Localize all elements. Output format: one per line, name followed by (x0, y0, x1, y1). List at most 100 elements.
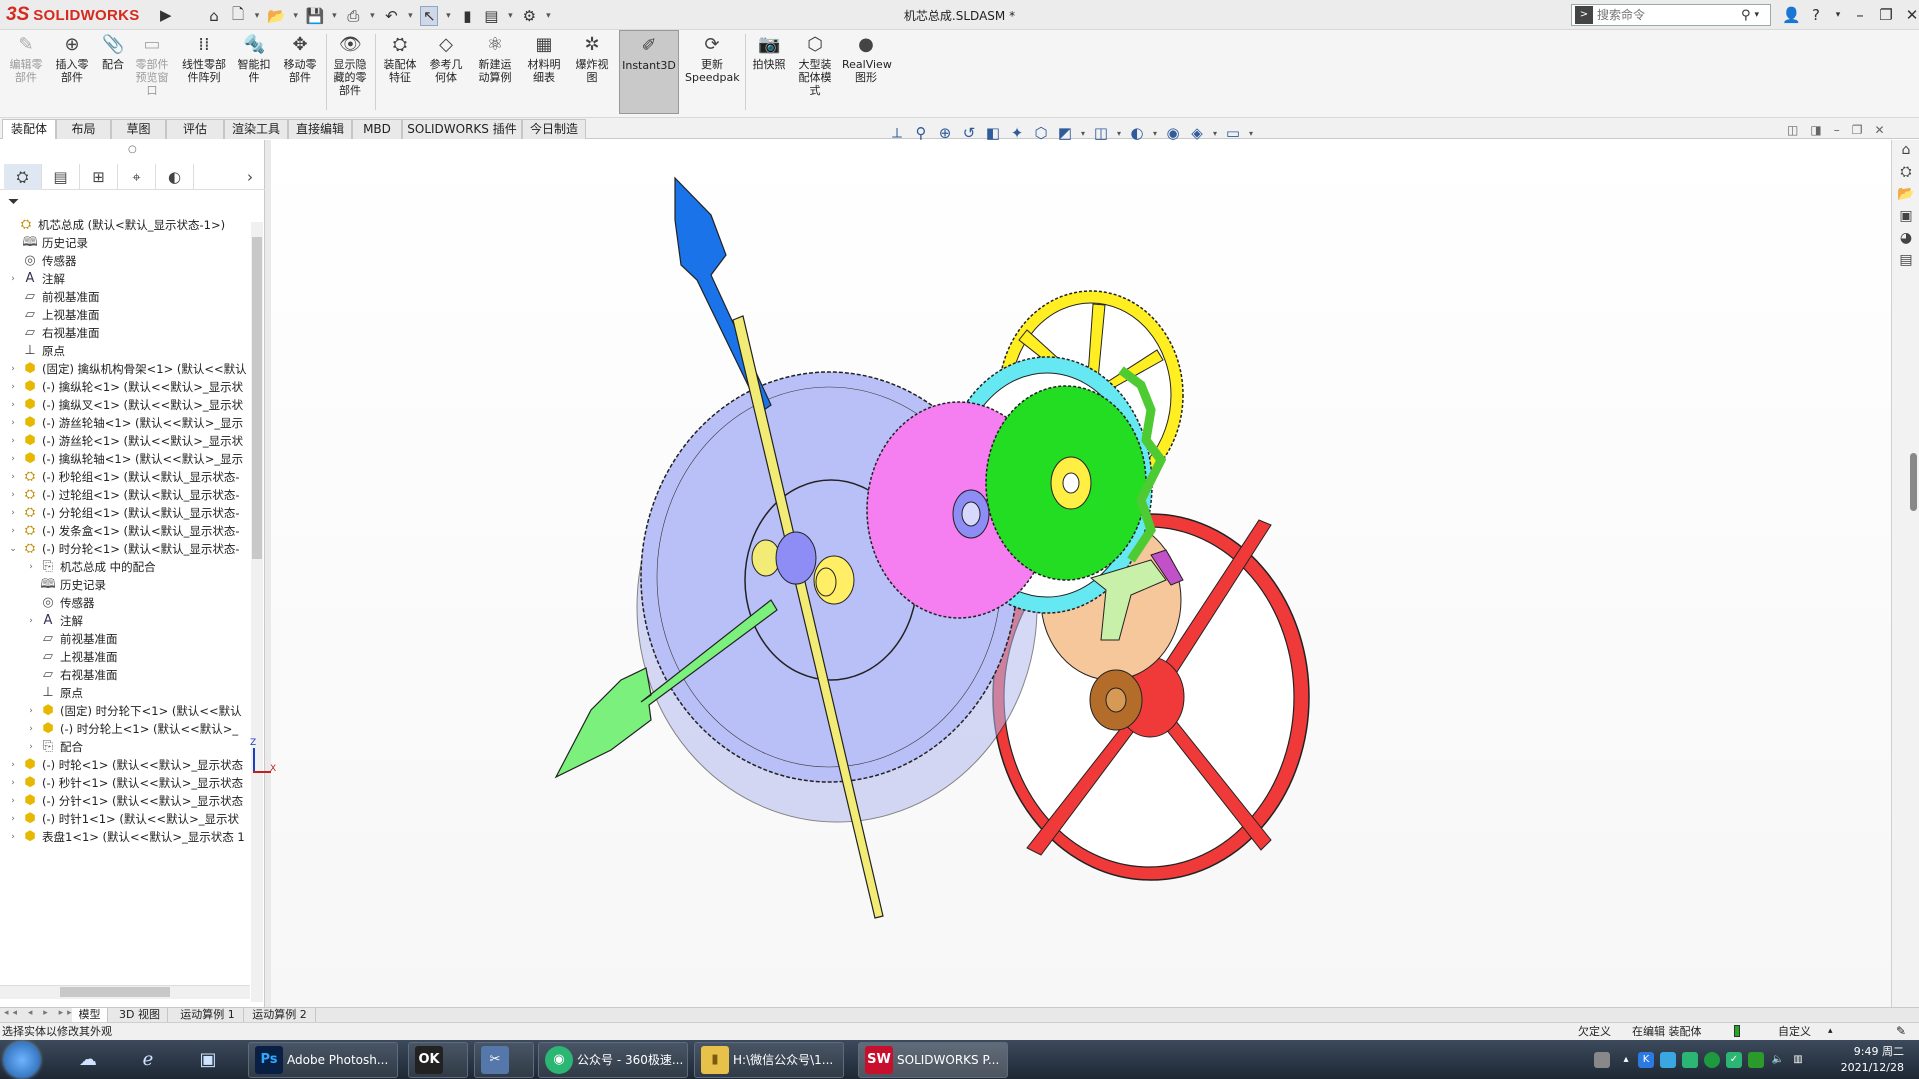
tree-item[interactable]: › ⬢ (-) 分针<1> (默认<<默认>_显示状态 (0, 792, 250, 810)
menu-expand-arrow-icon[interactable]: ▶ (160, 6, 174, 24)
expand-arrow-icon[interactable]: › (8, 396, 18, 414)
reference-geometry-button[interactable]: ◇ 参考几何体 (424, 30, 468, 114)
chevron-up-icon[interactable]: ▴ (1618, 1052, 1634, 1068)
start-button-icon[interactable] (4, 1042, 40, 1078)
tree-item[interactable]: ◎ 传感器 (0, 594, 250, 612)
chevron-down-icon[interactable]: ▾ (1248, 129, 1254, 138)
edit-component-button[interactable]: ✎ 编辑零部件 (4, 30, 48, 114)
property-manager-tab-icon[interactable]: ▤ (42, 164, 80, 190)
expand-arrow-icon[interactable]: › (8, 450, 18, 468)
expand-arrow-icon[interactable]: › (26, 738, 36, 756)
update-speedpak-button[interactable]: ⟳ 更新Speedpak (683, 30, 741, 114)
expand-arrow-icon[interactable]: › (8, 468, 18, 486)
select-cursor-icon[interactable]: ↖ (420, 6, 439, 26)
tree-item[interactable]: ▱ 右视基准面 (0, 666, 250, 684)
tree-item[interactable]: › ⬢ (-) 擒纵轮<1> (默认<<默认>_显示状 (0, 378, 250, 396)
tab-mbd[interactable]: MBD (352, 119, 402, 139)
expand-arrow-icon[interactable]: › (8, 774, 18, 792)
mate-button[interactable]: 📎 配合 (96, 30, 130, 114)
tree-scrollbar-thumb[interactable] (252, 237, 262, 559)
tree-item[interactable]: ▱ 右视基准面 (0, 324, 250, 342)
taskbar-solidworks[interactable]: SW SOLIDWORKS P... (858, 1042, 1008, 1078)
user-icon[interactable]: 👤 (1782, 6, 1801, 24)
expand-arrow-icon[interactable]: › (8, 360, 18, 378)
rebuild-indicator-icon[interactable] (1734, 1025, 1740, 1037)
tab-render-tools[interactable]: 渲染工具 (224, 119, 288, 139)
tree-item[interactable]: ⌄ ⛭ (-) 时分轮<1> (默认<默认_显示状态- (0, 540, 250, 558)
system-clock[interactable]: 9:49 周二 2021/12/28 (1841, 1044, 1904, 1076)
tree-item[interactable]: › A 注解 (0, 270, 250, 288)
chevron-right-icon[interactable]: › (240, 164, 260, 190)
tree-item[interactable]: ⊥ 原点 (0, 684, 250, 702)
tab-evaluate[interactable]: 评估 (166, 119, 224, 139)
tree-item[interactable]: ▱ 上视基准面 (0, 306, 250, 324)
take-snapshot-button[interactable]: 📷 拍快照 (748, 30, 790, 114)
print-icon[interactable]: ⎙ (344, 7, 362, 25)
tree-item[interactable]: › ⬢ (固定) 擒纵机构骨架<1> (默认<<默认 (0, 360, 250, 378)
tab-navigation-arrows-icon[interactable]: ◂◂ ◂ ▸ ▸▸ (4, 1008, 76, 1018)
smart-fastener-button[interactable]: 🔩 智能扣件 (234, 30, 274, 114)
solidworks-resources-home-icon[interactable]: ⌂ (1896, 140, 1916, 160)
tray-shield-icon[interactable] (1748, 1052, 1764, 1068)
expand-arrow-icon[interactable]: › (26, 702, 36, 720)
comment-bubble-icon[interactable]: ✎ (1896, 1023, 1906, 1040)
chevron-down-icon[interactable]: ▾ (1212, 129, 1218, 138)
configuration-manager-tab-icon[interactable]: ⊞ (80, 164, 118, 190)
new-motion-study-button[interactable]: ⚛ 新建运动算例 (472, 30, 518, 114)
taskbar-360-browser[interactable]: ◉ 公众号 - 360极速... (538, 1042, 688, 1078)
tree-item[interactable]: › ⬢ (-) 游丝轮轴<1> (默认<<默认>_显示 (0, 414, 250, 432)
expand-arrow-icon[interactable]: › (8, 270, 18, 288)
expand-arrow-icon[interactable]: › (8, 486, 18, 504)
tray-security-icon[interactable] (1704, 1052, 1720, 1068)
tree-item[interactable]: › ⬢ (-) 时针1<1> (默认<<默认>_显示状 (0, 810, 250, 828)
tree-hscrollbar-thumb[interactable] (60, 987, 170, 997)
tree-item[interactable]: › ⬢ 表盘1<1> (默认<<默认>_显示状态 1 (0, 828, 250, 846)
tree-item[interactable]: ▱ 前视基准面 (0, 288, 250, 306)
expand-arrow-icon[interactable]: › (8, 414, 18, 432)
tree-item[interactable]: ◎ 传感器 (0, 252, 250, 270)
chevron-down-icon[interactable]: ▾ (544, 11, 552, 21)
tree-item[interactable]: ▱ 上视基准面 (0, 648, 250, 666)
realview-graphics-button[interactable]: ● RealView图形 (840, 30, 892, 114)
undo-icon[interactable]: ↶ (382, 7, 400, 25)
tab-assembly[interactable]: 装配体 (2, 119, 56, 139)
chevron-up-icon[interactable]: ▴ (1828, 1023, 1833, 1040)
tree-item[interactable]: › A 注解 (0, 612, 250, 630)
expand-arrow-icon[interactable]: › (8, 828, 18, 846)
insert-component-button[interactable]: ⊕ 插入零部件 (50, 30, 94, 114)
network-icon[interactable]: ▥ (1790, 1052, 1806, 1068)
save-icon[interactable]: 💾 (306, 7, 325, 25)
taskbar-photoshop[interactable]: Ps Adobe Photosh... (248, 1042, 398, 1078)
tab-motion-study-2[interactable]: 运动算例 2 (244, 1008, 316, 1023)
collapse-arrow-icon[interactable]: ⌄ (8, 540, 18, 558)
taskbar-explorer[interactable]: ▮ H:\微信公众号\1... (694, 1042, 844, 1078)
tab-make-today[interactable]: 今日制造 (522, 119, 586, 139)
tree-item[interactable]: › ⛭ (-) 秒轮组<1> (默认<默认_显示状态- (0, 468, 250, 486)
bill-of-materials-button[interactable]: ▦ 材料明细表 (522, 30, 566, 114)
home-icon[interactable]: ⌂ (205, 7, 223, 25)
tree-item[interactable]: › ⬢ (-) 擒纵轮轴<1> (默认<<默认>_显示 (0, 450, 250, 468)
expand-arrow-icon[interactable]: › (26, 720, 36, 738)
help-icon[interactable]: ? (1808, 6, 1824, 24)
tree-item[interactable]: ⊥ 原点 (0, 342, 250, 360)
chevron-down-icon[interactable]: ▾ (368, 11, 376, 21)
tree-item[interactable]: › ⬢ (-) 时轮<1> (默认<<默认>_显示状态 (0, 756, 250, 774)
pinned-ie-icon[interactable]: ℯ (128, 1044, 168, 1076)
center-arbor[interactable] (775, 531, 817, 585)
feature-tree-tab-icon[interactable]: ⛭ (4, 164, 42, 190)
chevron-down-icon[interactable]: ▾ (506, 11, 514, 21)
search-commands-box[interactable]: > ⚲ ▾ (1571, 4, 1771, 26)
tray-app-k-icon[interactable]: K (1638, 1052, 1654, 1068)
taskbar-tool[interactable]: ✂ (474, 1042, 534, 1078)
tree-item[interactable]: 🕮 历史记录 (0, 576, 250, 594)
panel-collapse-handle[interactable]: ○ (128, 144, 137, 155)
search-input[interactable] (1597, 8, 1737, 22)
tab-3d-views[interactable]: 3D 视图 (112, 1008, 168, 1023)
close-icon[interactable]: ✕ (1874, 123, 1884, 137)
design-library-icon[interactable]: ⛭ (1896, 162, 1916, 182)
options-gear-icon[interactable]: ⚙ (520, 7, 538, 25)
file-explorer-icon[interactable]: 📂 (1896, 184, 1916, 204)
large-assembly-mode-button[interactable]: ⬡ 大型装配体模式 (792, 30, 838, 114)
assembly-feature-button[interactable]: ⛭ 装配体特征 (378, 30, 422, 114)
display-manager-tab-icon[interactable]: ◐ (156, 164, 194, 190)
